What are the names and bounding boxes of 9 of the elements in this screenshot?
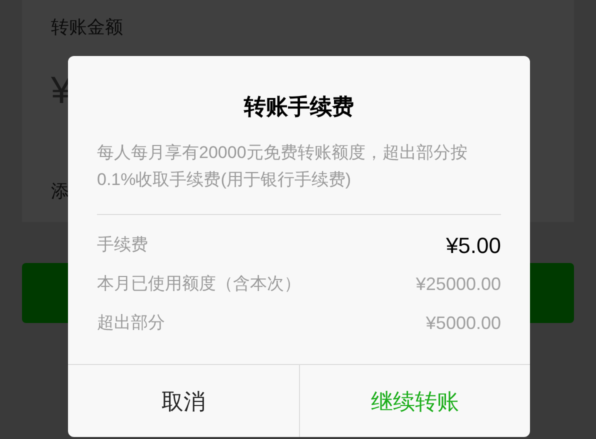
fee-description: 每人每月享有20000元免费转账额度，超出部分按0.1%收取手续费(用于银行手续费) — [97, 142, 468, 191]
row-value: ¥5.00 — [446, 232, 501, 260]
row-label: 超出部分 — [97, 312, 165, 334]
row-value: ¥5000.00 — [426, 312, 501, 334]
row-value: ¥25000.00 — [416, 272, 501, 296]
cancel-button[interactable]: 取消 — [68, 365, 298, 437]
row-label: 手续费 — [97, 234, 148, 256]
dialog-title: 转账手续费 — [242, 93, 355, 121]
row-label: 本月已使用额度（含本次） — [97, 273, 301, 296]
